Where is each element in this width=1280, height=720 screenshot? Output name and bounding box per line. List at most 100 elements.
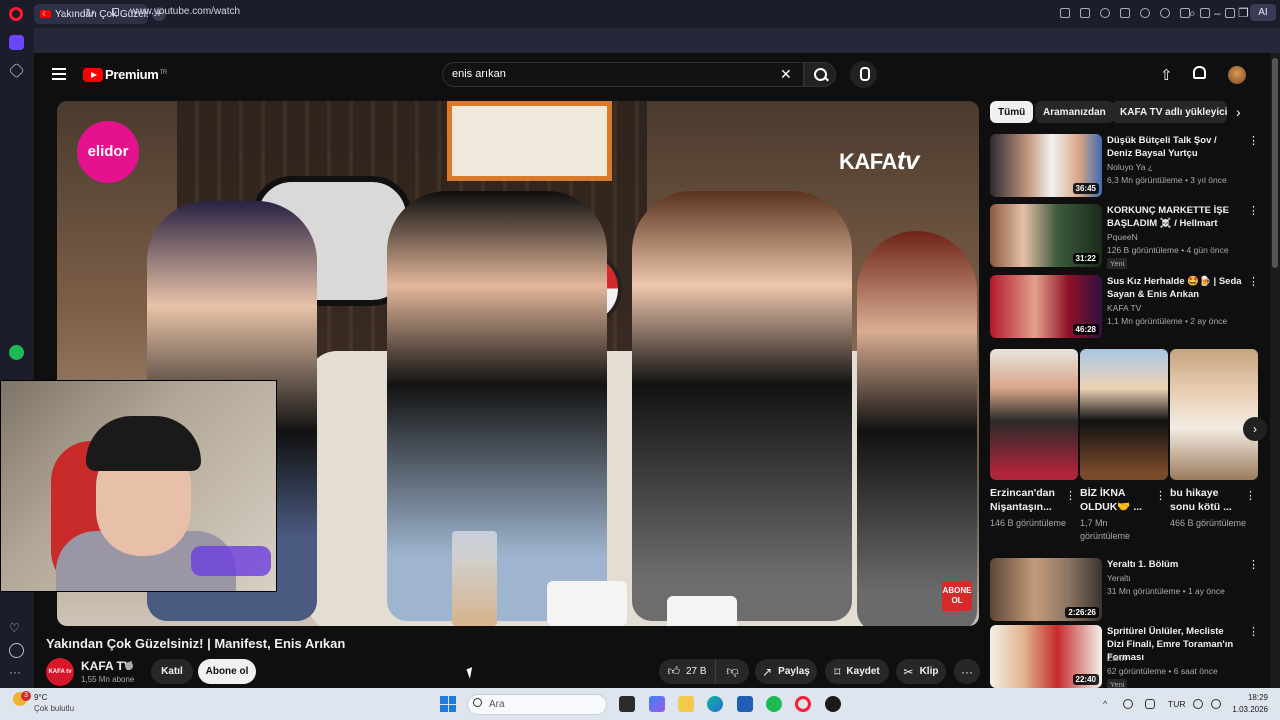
recommendation-title[interactable]: Yeraltı 1. Bölüm bbox=[1107, 558, 1242, 571]
clock-date[interactable]: 1.03.2026 bbox=[1228, 705, 1268, 714]
weather-description[interactable]: Çok bulutlu bbox=[34, 704, 74, 713]
url-field[interactable]: www.youtube.com/watch bbox=[130, 6, 240, 17]
recommendation-item[interactable]: 36:45 Düşük Bütçeli Talk Şov / Deniz Bay… bbox=[990, 134, 1260, 198]
camera-icon[interactable] bbox=[1080, 8, 1090, 18]
subscribe-overlay-badge[interactable]: ABONE OL bbox=[942, 581, 972, 611]
file-explorer-icon[interactable] bbox=[678, 696, 694, 712]
recommendation-item[interactable]: 2:26:26 Yeraltı 1. Bölüm Yeraltı 31 Mn g… bbox=[990, 558, 1260, 622]
spotify-taskbar-icon[interactable] bbox=[766, 696, 782, 712]
task-view-icon[interactable] bbox=[619, 696, 635, 712]
recommendation-channel[interactable]: Yeraltı bbox=[1107, 573, 1131, 583]
youtube-logo-icon[interactable] bbox=[83, 68, 103, 82]
channel-avatar[interactable]: KAFA tv bbox=[46, 658, 74, 686]
more-sidebar-icon[interactable]: ··· bbox=[9, 665, 24, 680]
more-actions-button[interactable]: ··· bbox=[954, 659, 980, 684]
home-icon[interactable] bbox=[9, 35, 24, 50]
recommendation-item[interactable]: 46:28 Sus Kız Herhalde 🤩🍺 | Seda Sayan &… bbox=[990, 275, 1260, 339]
recommendation-channel[interactable]: PqueeN bbox=[1107, 232, 1138, 242]
kebab-menu-icon[interactable]: ⋮ bbox=[1155, 489, 1166, 502]
history-icon[interactable] bbox=[9, 643, 24, 658]
copilot-icon[interactable] bbox=[649, 696, 665, 712]
dislike-button[interactable]: 👎︎ bbox=[715, 659, 749, 684]
input-language[interactable]: TUR bbox=[1168, 699, 1185, 709]
heart-sidebar-icon[interactable]: ♡ bbox=[9, 621, 24, 636]
windows-start-icon[interactable] bbox=[440, 696, 456, 712]
extensions-icon[interactable] bbox=[1225, 8, 1235, 18]
heart-icon[interactable] bbox=[1140, 8, 1150, 18]
short-title[interactable]: bu hikaye sonu kötü ... bbox=[1170, 486, 1242, 514]
edit-icon[interactable] bbox=[1060, 8, 1070, 18]
kebab-menu-icon[interactable]: ⋮ bbox=[1248, 277, 1259, 288]
opera-logo-icon[interactable] bbox=[9, 7, 23, 21]
voice-search-icon[interactable] bbox=[850, 61, 877, 88]
ai-button[interactable]: AI bbox=[1250, 4, 1276, 21]
recommendation-channel[interactable]: Noluyo Ya ¿ bbox=[1107, 162, 1153, 172]
maximize-button[interactable]: ❐ bbox=[1238, 6, 1249, 20]
short-title[interactable]: BİZ İKNA OLDUK🤝 ... bbox=[1080, 486, 1152, 514]
kebab-menu-icon[interactable]: ⋮ bbox=[1248, 560, 1259, 571]
kebab-menu-icon[interactable]: ⋮ bbox=[1065, 489, 1076, 502]
check-icon[interactable] bbox=[1160, 8, 1170, 18]
chips-next-icon[interactable]: › bbox=[1236, 104, 1241, 120]
video-thumbnail[interactable]: 22:40 bbox=[990, 625, 1102, 688]
short-thumbnail[interactable] bbox=[1170, 349, 1258, 480]
forward-button[interactable]: › bbox=[63, 6, 67, 20]
chip-all[interactable]: Tümü bbox=[990, 101, 1034, 123]
tray-app-icon[interactable] bbox=[1123, 699, 1133, 709]
wifi-icon[interactable] bbox=[1193, 699, 1203, 709]
video-thumbnail[interactable]: 36:45 bbox=[990, 134, 1102, 197]
minimize-button[interactable]: – bbox=[1214, 6, 1221, 20]
browser-search-icon[interactable]: ⌕ bbox=[1189, 6, 1196, 21]
weather-temperature[interactable]: 9°C bbox=[34, 693, 47, 702]
recommendation-item[interactable]: 22:40 Spritürel Ünlüler, Mecliste Dizi F… bbox=[990, 625, 1260, 690]
play-icon[interactable] bbox=[1120, 8, 1130, 18]
shorts-next-icon[interactable]: › bbox=[1243, 417, 1267, 441]
short-thumbnail[interactable] bbox=[1080, 349, 1168, 480]
recommendation-title[interactable]: Spritürel Ünlüler, Mecliste Dizi Finali,… bbox=[1107, 625, 1242, 664]
recommendation-title[interactable]: KORKUNÇ MARKETTE İŞE BAŞLADIM ☠️ / Hellm… bbox=[1107, 204, 1242, 230]
opera-taskbar-icon[interactable] bbox=[795, 696, 811, 712]
search-input[interactable]: enis arıkan bbox=[452, 68, 506, 80]
upload-icon[interactable]: ⇧ bbox=[1160, 66, 1173, 84]
like-button[interactable]: 👍︎ 27 B bbox=[659, 659, 715, 684]
recommendation-item[interactable]: 31:22 KORKUNÇ MARKETTE İŞE BAŞLADIM ☠️ /… bbox=[990, 204, 1260, 269]
clear-search-icon[interactable]: ✕ bbox=[780, 66, 792, 83]
tray-overflow-icon[interactable]: ^ bbox=[1103, 699, 1107, 709]
taskbar-search-placeholder[interactable]: Ara bbox=[489, 699, 505, 710]
save-button[interactable]: ⌑ Kaydet bbox=[825, 659, 889, 684]
shield-icon[interactable] bbox=[1100, 8, 1110, 18]
video-thumbnail[interactable]: 31:22 bbox=[990, 204, 1102, 267]
recommendation-channel[interactable]: Zann bbox=[1107, 653, 1126, 663]
subscribe-button[interactable]: Abone ol bbox=[198, 659, 256, 684]
taskbar-search-box[interactable] bbox=[467, 694, 607, 715]
search-button[interactable] bbox=[804, 62, 836, 87]
recommendation-title[interactable]: Düşük Bütçeli Talk Şov / Deniz Baysal Yu… bbox=[1107, 134, 1242, 160]
scrollbar-thumb[interactable] bbox=[1272, 58, 1278, 268]
kebab-menu-icon[interactable]: ⋮ bbox=[1248, 136, 1259, 147]
kebab-menu-icon[interactable]: ⋮ bbox=[1248, 206, 1259, 217]
download-icon[interactable] bbox=[1180, 8, 1190, 18]
obs-icon[interactable] bbox=[825, 696, 841, 712]
reload-button[interactable]: ↻ bbox=[85, 6, 95, 20]
recommendation-channel[interactable]: KAFA TV bbox=[1107, 303, 1141, 313]
notifications-bell-icon[interactable] bbox=[1193, 66, 1206, 79]
edge-icon[interactable] bbox=[707, 696, 723, 712]
share-button[interactable]: ↗ Paylaş bbox=[755, 659, 817, 684]
short-title[interactable]: Erzincan'dan Nişantaşın... bbox=[990, 486, 1062, 514]
video-thumbnail[interactable]: 46:28 bbox=[990, 275, 1102, 338]
hamburger-menu-icon[interactable] bbox=[52, 68, 66, 80]
video-thumbnail[interactable]: 2:26:26 bbox=[990, 558, 1102, 621]
volume-icon[interactable] bbox=[1211, 699, 1221, 709]
user-avatar[interactable] bbox=[1228, 66, 1246, 84]
chip-from-search[interactable]: Aramanızdan bbox=[1035, 101, 1114, 123]
kebab-menu-icon[interactable]: ⋮ bbox=[1248, 627, 1259, 638]
microphone-icon[interactable] bbox=[1145, 699, 1155, 709]
clip-button[interactable]: ✂ Klip bbox=[896, 659, 946, 684]
kebab-menu-icon[interactable]: ⋮ bbox=[1245, 489, 1256, 502]
back-button[interactable]: ‹ bbox=[42, 6, 46, 20]
short-thumbnail[interactable] bbox=[990, 349, 1078, 480]
join-button[interactable]: Katıl bbox=[151, 659, 193, 684]
youtube-premium-logo[interactable]: PremiumTR bbox=[105, 67, 167, 82]
spotify-icon[interactable] bbox=[9, 345, 24, 360]
menu-icon[interactable] bbox=[1200, 8, 1210, 18]
